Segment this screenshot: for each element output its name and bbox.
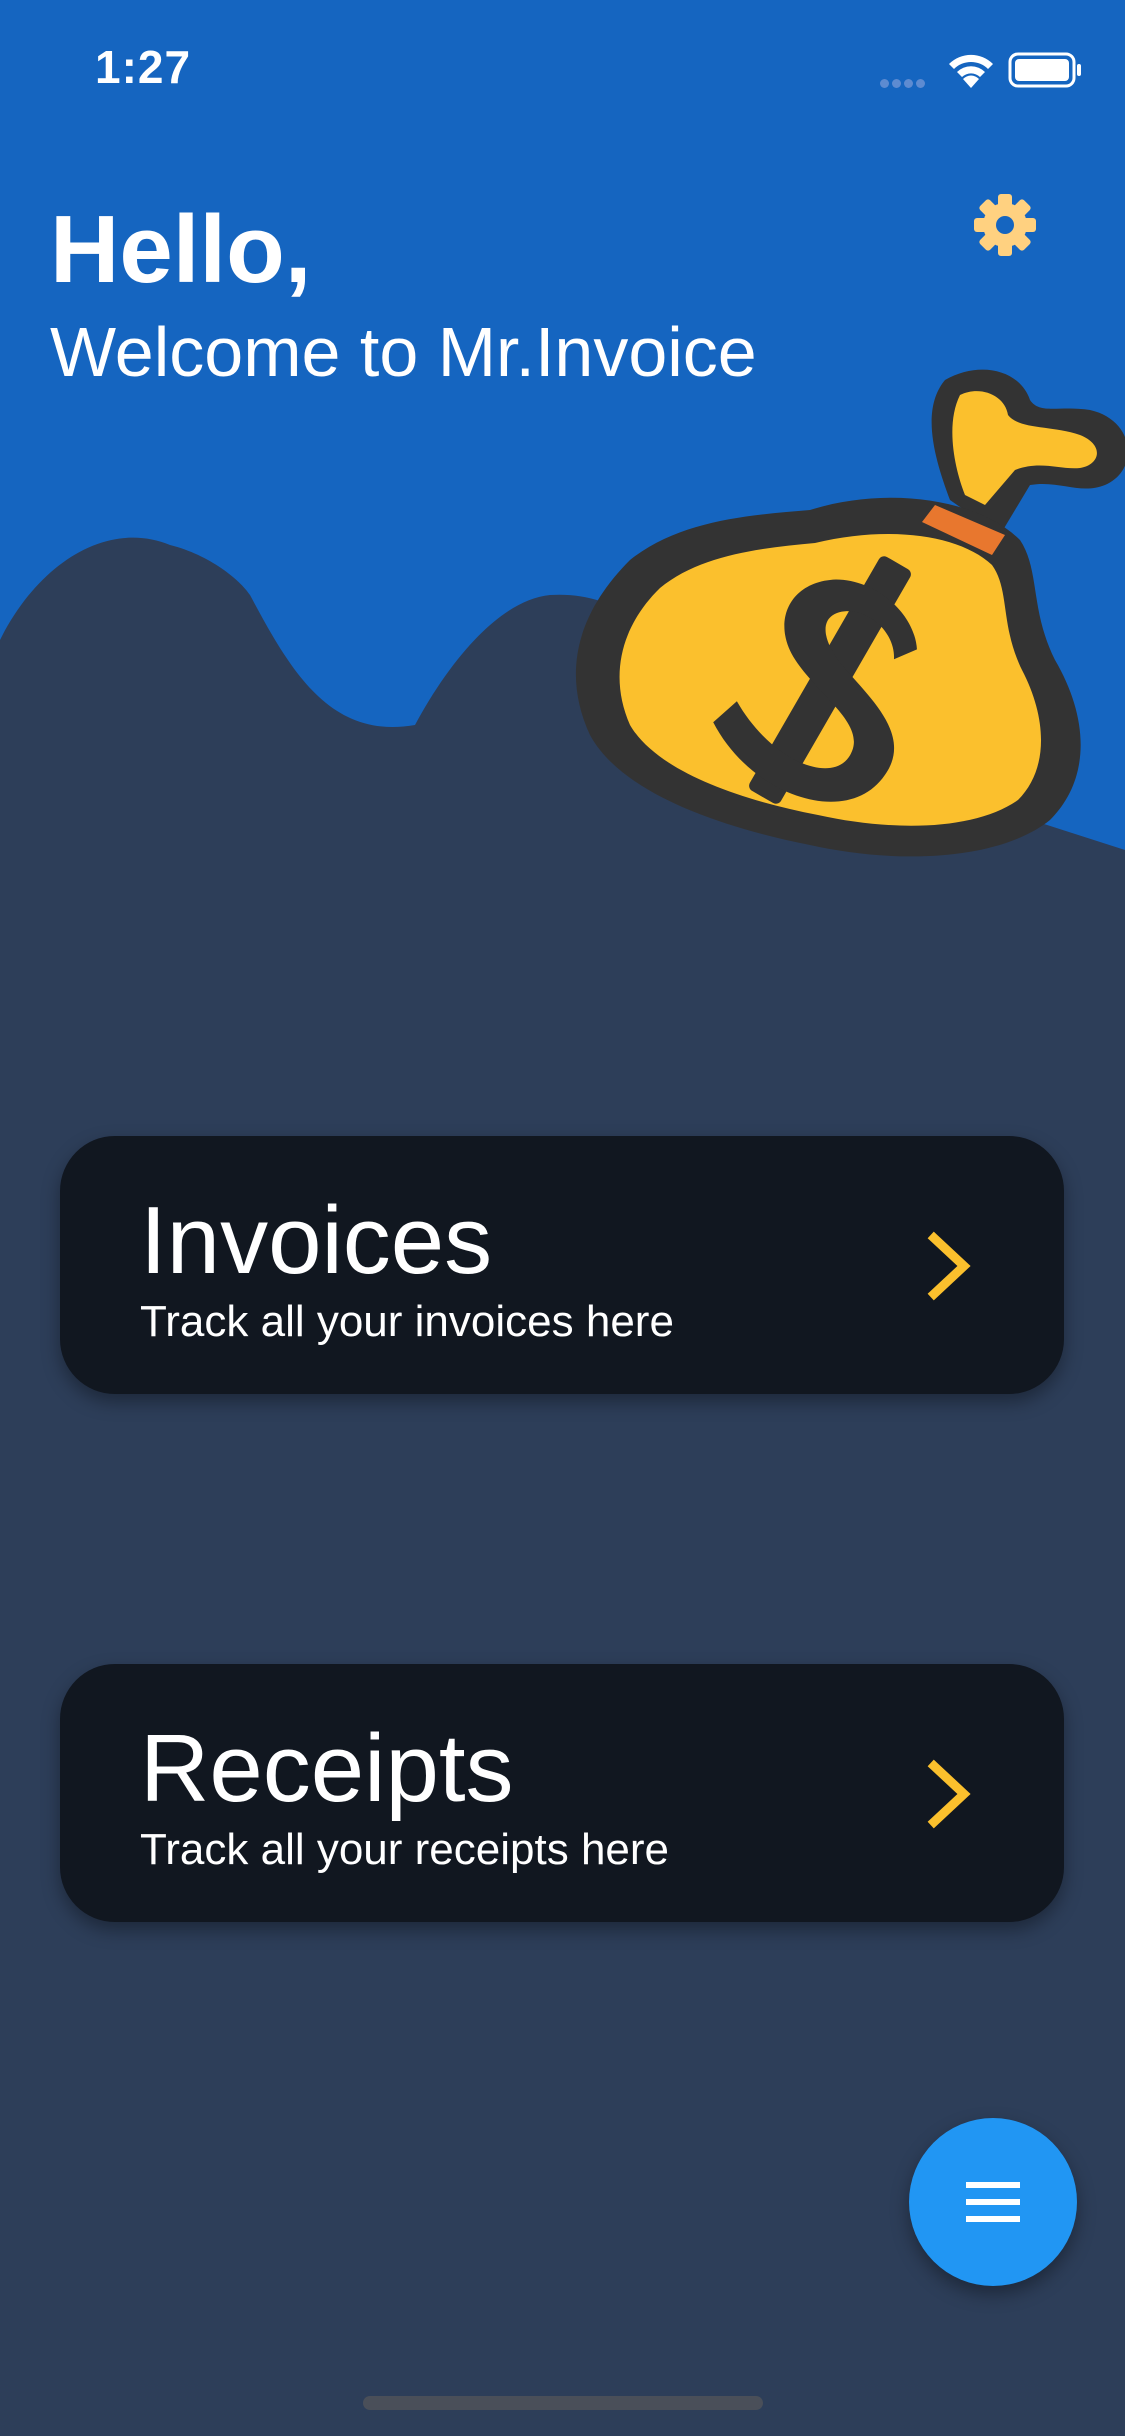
battery-icon [1008,52,1081,88]
invoices-subtitle: Track all your invoices here [140,1297,674,1346]
chevron-right-icon [927,1759,971,1829]
status-time: 1:27 [95,41,192,93]
gear-icon[interactable] [970,190,1040,260]
chevron-right-icon [927,1231,971,1301]
menu-icon [966,2182,1020,2222]
greeting-heading: Hello, [50,196,312,303]
menu-fab-button[interactable] [909,2118,1077,2286]
invoices-card[interactable]: Invoices Track all your invoices here [60,1136,1064,1394]
invoices-title: Invoices [140,1187,493,1294]
status-bar: 1:27 [0,0,1125,140]
wifi-icon [949,54,993,88]
receipts-subtitle: Track all your receipts here [140,1825,670,1874]
receipts-title: Receipts [140,1715,514,1822]
money-bag-icon [575,369,1125,857]
receipts-card[interactable]: Receipts Track all your receipts here [60,1664,1064,1922]
cellular-signal-icon [880,75,928,93]
home-indicator[interactable] [363,2396,763,2410]
